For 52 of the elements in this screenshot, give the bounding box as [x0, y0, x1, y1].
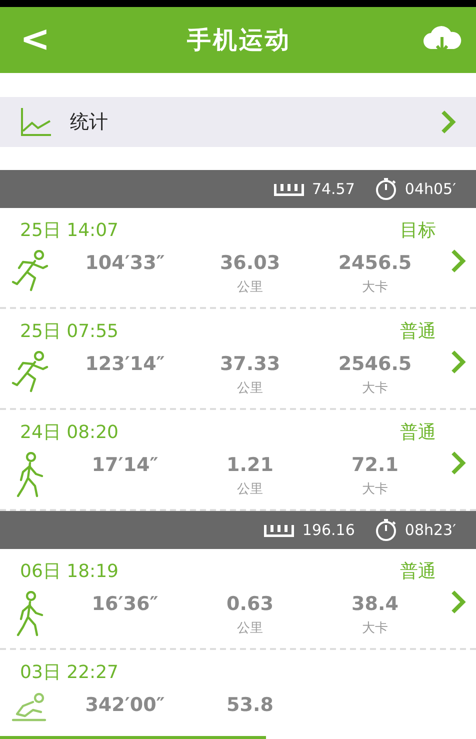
line-chart-icon [20, 107, 52, 137]
distance-value: 36.03 [220, 252, 280, 274]
record-type: 普通 [399, 320, 437, 344]
running-figure-icon [11, 351, 49, 395]
stopwatch-icon [374, 177, 397, 201]
record-type: 目标 [399, 219, 437, 243]
record-date: 06日 18:19 [19, 560, 120, 584]
ruler-icon [264, 523, 294, 537]
pace-value: 16′36″ [92, 593, 158, 615]
calories-unit: 大卡 [362, 380, 388, 397]
distance-value: 0.63 [226, 593, 274, 615]
calories-value: 38.4 [352, 593, 398, 615]
total-distance: 74.57 [312, 180, 355, 198]
statistics-row[interactable]: 统计 [0, 97, 476, 147]
ruler-icon [274, 182, 304, 196]
chevron-right-icon[interactable] [450, 248, 466, 274]
calories-value: 2546.5 [338, 353, 412, 375]
record-date: 25日 14:07 [19, 219, 120, 243]
total-distance: 196.16 [302, 521, 355, 539]
statistics-label: 统计 [70, 110, 109, 135]
chevron-right-icon[interactable] [440, 109, 456, 135]
calories-value: 2456.5 [338, 252, 412, 274]
calories-unit: 大卡 [362, 481, 388, 498]
record-type: 普通 [399, 560, 437, 584]
calories-unit: 大卡 [362, 620, 388, 637]
chevron-right-icon[interactable] [450, 450, 466, 476]
running-figure-icon [11, 250, 49, 294]
distance-unit: 公里 [237, 620, 263, 637]
pace-value: 104′33″ [85, 252, 165, 274]
record-date: 24日 08:20 [19, 421, 120, 445]
calories-value: 72.1 [352, 454, 398, 476]
walking-figure-icon [15, 452, 45, 498]
record-date: 25日 07:55 [19, 320, 120, 344]
pace-value: 17′14″ [92, 454, 158, 476]
chevron-right-icon[interactable] [450, 589, 466, 615]
record-date: 03日 22:27 [19, 661, 120, 685]
pace-value: 123′14″ [85, 353, 165, 375]
distance-unit: 公里 [237, 279, 263, 296]
total-duration: 04h05′ [404, 180, 456, 198]
distance-value: 37.33 [220, 353, 280, 375]
distance-value: 53.8 [226, 694, 274, 716]
stopwatch-icon [374, 518, 397, 542]
distance-unit: 公里 [237, 481, 263, 498]
distance-unit: 公里 [237, 380, 263, 397]
chevron-right-icon[interactable] [450, 349, 466, 375]
pace-value: 342′00″ [85, 694, 165, 716]
total-duration: 08h23′ [404, 521, 456, 539]
calories-unit: 大卡 [362, 279, 388, 296]
distance-value: 1.21 [226, 454, 274, 476]
page-title: 手机运动 [187, 25, 292, 56]
walking-figure-icon [15, 591, 45, 637]
record-type: 普通 [399, 421, 437, 445]
